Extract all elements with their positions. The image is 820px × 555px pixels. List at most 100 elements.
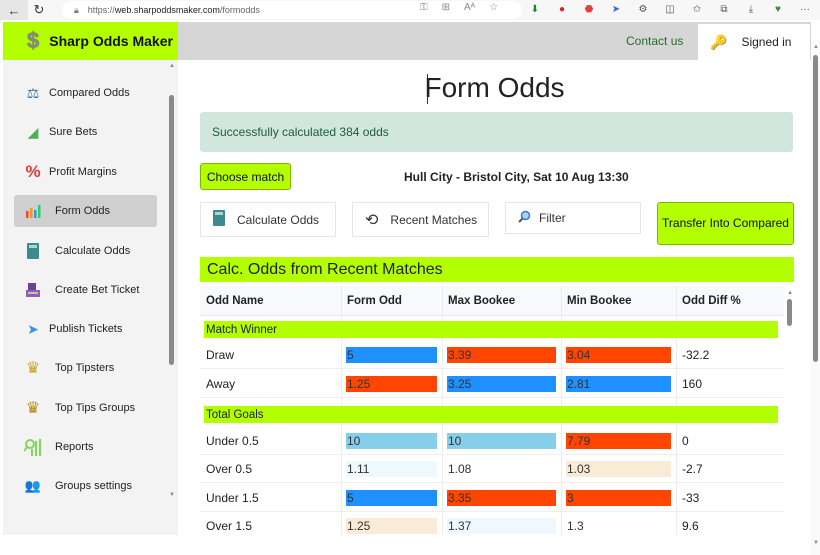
url-prefix: https:// [87,5,115,15]
table-row[interactable]: Draw 5 3.39 3.04 -32.2 [200,341,784,369]
transfer-into-compared-button[interactable]: Transfer Into Compared [657,202,794,245]
password-key-icon[interactable]: ⚿ [420,2,428,13]
favorite-star-icon[interactable]: ☆ [489,2,498,13]
section-title: Calc. Odds from Recent Matches [200,257,794,282]
min-bookee-cell: 3 [566,490,671,506]
table-row[interactable]: Over 0.5 1.11 1.08 1.03 -2.7 [200,455,784,483]
download-extension-icon[interactable]: ⬇ [528,2,542,16]
sidebar-item-form-odds[interactable]: Form Odds [14,195,157,227]
contact-us-link[interactable]: Contact us [626,34,683,48]
group-row-total-goals: Total Goals [204,406,778,423]
table-row[interactable]: Over 1.5 1.25 1.37 1.3 9.6 [200,512,784,535]
table-row[interactable]: Away 1.25 3.25 2.81 160 [200,370,784,398]
match-info: Hull City - Bristol City, Sat 10 Aug 13:… [404,170,629,184]
arrow-extension-icon[interactable]: ➤ [609,2,623,16]
max-bookee-cell: 3.39 [447,347,556,363]
calculate-odds-button[interactable]: Calculate Odds [200,202,336,237]
table-scrollbar-thumb[interactable] [787,299,792,326]
recent-matches-button[interactable]: ⟲ Recent Matches [352,202,489,237]
column-header-form-odd[interactable]: Form Odd [347,295,402,307]
sidebar-item-groups-settings[interactable]: 👥 Groups settings [14,470,157,502]
users-group-icon: 👥 [24,478,42,493]
magnifier-icon [518,210,531,226]
downloads-icon[interactable]: ⤓ [744,2,758,16]
sidebar-item-top-tipsters[interactable]: ♛ Top Tipsters [14,352,157,384]
sidebar-item-calculate-odds[interactable]: Calculate Odds [14,235,157,267]
sidebar-item-reports[interactable]: Reports [14,431,157,463]
favorites-icon[interactable]: ✩ [690,2,704,16]
scroll-up-arrow-icon[interactable]: ▲ [813,44,819,50]
page-scrollbar-thumb[interactable] [813,55,818,362]
paper-plane-icon: ➤ [27,320,39,337]
filter-label: Filter [539,211,566,225]
table-scrollbar[interactable]: ▲ [786,286,794,535]
collections-icon[interactable]: ⧉ [717,2,731,16]
groups-crown-icon: ♛ [25,400,41,417]
calculate-odds-label: Calculate Odds [237,212,320,227]
filter-button[interactable]: Filter [505,202,641,234]
table-row[interactable]: Under 0.5 10 10 7.79 0 [200,427,784,455]
odd-name: Away [206,377,236,391]
sidebar-item-compared-odds[interactable]: ⚖ Compared Odds [14,77,157,109]
reload-icon: ↻ [33,2,45,17]
sidebar-item-label: Compared Odds [49,87,130,99]
key-icon: 🔑 [710,33,728,50]
odd-name: Under 0.5 [206,434,259,448]
brand-logo[interactable]: $ Sharp Odds Maker [3,22,178,60]
read-aloud-icon[interactable]: Aᴬ [464,2,475,13]
min-bookee-cell: 1.03 [566,461,671,477]
scroll-up-arrow-icon[interactable]: ▲ [169,63,175,69]
odd-diff-cell: -33 [682,491,700,505]
odd-diff-cell: -32.2 [682,348,710,362]
min-bookee-cell: 3.04 [566,347,671,363]
signed-in-button[interactable]: 🔑 Signed in [698,24,810,60]
odd-diff-cell: -2.7 [682,462,703,476]
browser-toolbar: ← ↻ 🔒︎ https://web.sharpoddsmaker.com/fo… [0,0,820,20]
max-bookee-cell: 1.37 [447,518,556,534]
sidebar-item-publish-tickets[interactable]: ➤ Publish Tickets [14,313,157,345]
form-odd-cell: 10 [346,433,437,449]
adblock-extension-icon[interactable]: ⬣ [582,2,596,16]
max-bookee-cell: 1.08 [447,461,556,477]
sidebar-item-sure-bets[interactable]: ◢ Sure Bets [14,116,157,148]
column-header-odd-diff[interactable]: Odd Diff % [682,295,741,307]
sidebar-item-profit-margins[interactable]: % Profit Margins [14,156,157,188]
scroll-down-arrow-icon[interactable]: ▼ [813,540,819,546]
group-row-match-winner: Match Winner [204,321,778,338]
scales-icon: ⚖ [26,84,40,101]
sidebar-item-label: Create Bet Ticket [55,284,140,296]
reload-button[interactable]: ↻ [28,0,50,20]
signed-in-label: Signed in [741,35,792,49]
bar-chart-icon [24,202,42,220]
sidebar-item-top-tips-groups[interactable]: ♛ Top Tips Groups [14,392,157,424]
min-bookee-cell: 2.81 [566,376,671,392]
sidebar-item-label: Form Odds [55,205,111,217]
rising-chart-icon: ◢ [27,123,39,140]
cash-register-icon [24,281,42,299]
browser-essentials-icon[interactable]: ♥ [771,2,785,16]
sidebar-item-label: Top Tips Groups [55,402,136,414]
split-screen-icon[interactable]: ◫ [663,2,677,16]
sidebar-item-create-bet-ticket[interactable]: Create Bet Ticket [14,274,157,306]
sidebar-scrollbar[interactable]: ▲ ▼ [168,60,176,500]
scroll-up-arrow-icon[interactable]: ▲ [787,290,793,296]
success-alert: Successfully calculated 384 odds [200,112,793,152]
app-available-icon[interactable]: ⊞ [442,2,450,13]
sidebar-scrollbar-thumb[interactable] [169,95,174,365]
choose-match-button[interactable]: Choose match [200,163,291,190]
column-header-min-bookee[interactable]: Min Bookee [567,295,632,307]
top-bar: Contact us 🔑 Signed in [178,22,811,60]
column-header-odd-name[interactable]: Odd Name [206,295,264,307]
opera-extension-icon[interactable]: ● [555,2,569,16]
extensions-puzzle-icon[interactable]: ⚙ [636,2,650,16]
calculator-icon [213,210,225,229]
main-content: Form Odds Successfully calculated 384 od… [178,60,811,535]
column-header-max-bookee[interactable]: Max Bookee [448,295,515,307]
page-title: Form Odds [424,72,565,103]
more-menu-icon[interactable]: ··· [798,2,812,16]
back-button[interactable]: ← [0,0,28,20]
table-row[interactable]: Under 1.5 5 3.35 3 -33 [200,484,784,512]
sidebar: ⚖ Compared Odds ◢ Sure Bets % Profit Mar… [3,60,178,535]
scroll-down-arrow-icon[interactable]: ▼ [169,492,175,498]
page-scrollbar[interactable]: ▲ ▼ [811,40,820,555]
